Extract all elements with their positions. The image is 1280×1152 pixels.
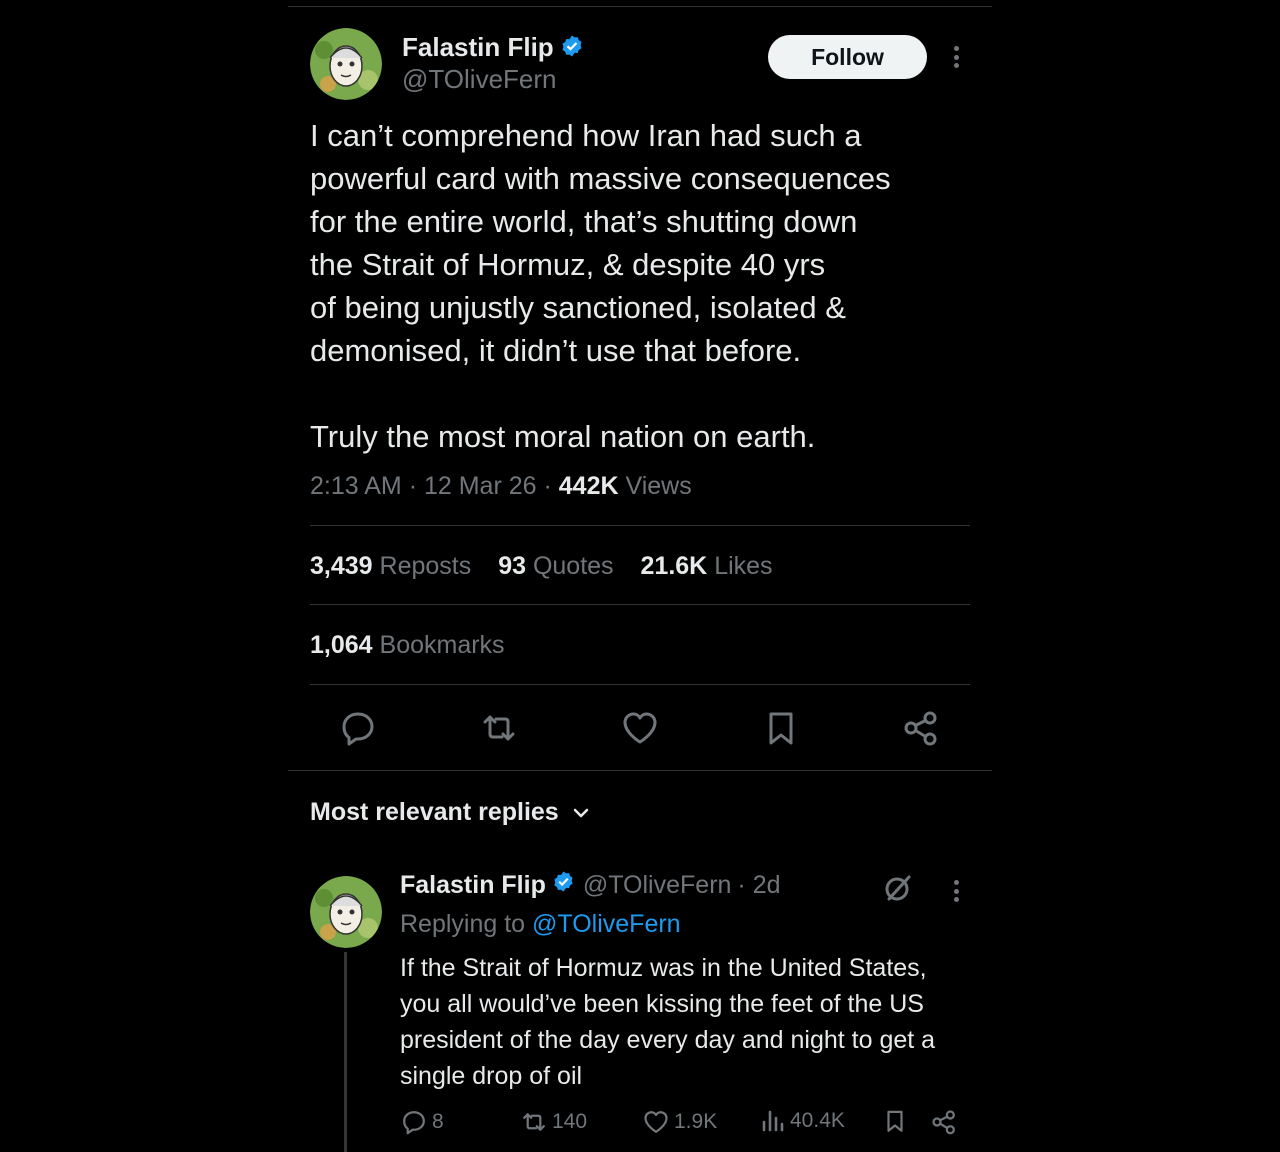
bookmarks-stat[interactable]: 1,064 Bookmarks: [310, 631, 505, 659]
reply-more-icon[interactable]: [946, 876, 966, 906]
reply-views-count: 40.4K: [790, 1109, 845, 1132]
quotes-count: 93: [498, 552, 526, 580]
views-label: Views: [625, 472, 692, 500]
reply-reposts-action[interactable]: 140: [520, 1108, 587, 1136]
reply-author-name[interactable]: Falastin Flip: [400, 871, 546, 900]
likes-count: 21.6K: [640, 552, 708, 580]
replying-to: Replying to @TOliveFern: [400, 910, 681, 939]
quotes-label: Quotes: [532, 552, 614, 580]
author-handle[interactable]: @TOliveFern: [402, 64, 557, 95]
bookmark-icon[interactable]: [761, 708, 801, 748]
likes-label: Likes: [714, 552, 773, 580]
tweet-text: I can’t comprehend how Iran had such a p…: [310, 118, 891, 454]
author-avatar[interactable]: [310, 28, 382, 100]
like-icon: [644, 1111, 668, 1133]
divider: [310, 604, 970, 605]
views-count: 442K: [558, 472, 619, 500]
chevron-down-icon: [573, 808, 588, 817]
tweet-detail-column: Falastin Flip @TOliveFern Follow I can’t…: [288, 0, 992, 1152]
divider: [310, 525, 970, 526]
reply-share-action[interactable]: [930, 1108, 962, 1136]
reply-replies-action[interactable]: 8: [400, 1108, 444, 1136]
verified-badge-icon: [552, 870, 575, 900]
reply-icon: [403, 1111, 425, 1135]
verified-badge-icon: [560, 34, 584, 65]
reply-likes-count: 1.9K: [674, 1110, 718, 1133]
reply-likes-action[interactable]: 1.9K: [642, 1108, 717, 1136]
bookmarks-count: 1,064: [310, 631, 373, 659]
bookmarks-stats: 1,064 Bookmarks: [310, 631, 525, 660]
tweet-meta: 2:13 AM · 12 Mar 26 · 442K Views: [310, 472, 692, 501]
reply-bookmark-action[interactable]: [882, 1108, 912, 1134]
tweet-time[interactable]: 2:13 AM: [310, 472, 402, 500]
reply-text: If the Strait of Hormuz was in the Unite…: [400, 954, 936, 1090]
reply-reposts-count: 140: [552, 1110, 588, 1133]
sort-label-text: Most relevant replies: [310, 798, 559, 826]
likes-stat[interactable]: 21.6K Likes: [641, 552, 773, 580]
replying-to-link[interactable]: @TOliveFern: [532, 910, 681, 938]
follow-button[interactable]: Follow: [768, 35, 927, 79]
thread-line: [344, 952, 347, 1152]
meta-separator: ·: [408, 472, 418, 500]
share-icon: [932, 1110, 955, 1135]
quotes-stat[interactable]: 93 Quotes: [498, 552, 613, 580]
divider: [310, 684, 970, 685]
top-divider: [288, 6, 992, 7]
reply-views-action[interactable]: 40.4K: [760, 1108, 845, 1134]
reply-header: Falastin Flip @TOliveFern · 2d: [400, 870, 781, 900]
repost-icon: [523, 1113, 545, 1131]
bookmarks-label: Bookmarks: [379, 631, 505, 659]
reposts-stat[interactable]: 3,439 Reposts: [310, 552, 471, 580]
replies-sort-dropdown[interactable]: Most relevant replies: [310, 798, 591, 827]
section-divider: [288, 770, 992, 771]
reply-icon[interactable]: [338, 708, 378, 748]
author-name[interactable]: Falastin Flip: [402, 32, 584, 65]
repost-icon[interactable]: [479, 708, 519, 748]
author-name-text[interactable]: Falastin Flip: [402, 32, 554, 62]
share-icon[interactable]: [901, 708, 941, 748]
replying-prefix: Replying to: [400, 910, 526, 938]
bookmark-icon: [887, 1110, 903, 1132]
reply-replies-count: 8: [432, 1110, 444, 1133]
reply-author-avatar[interactable]: [310, 876, 382, 948]
grok-icon[interactable]: [882, 872, 914, 904]
like-icon[interactable]: [620, 708, 660, 748]
reply-age[interactable]: · 2d: [737, 871, 780, 900]
engagement-stats: 3,439 Reposts 93 Quotes 21.6K Likes: [310, 552, 793, 581]
more-icon[interactable]: [946, 42, 966, 72]
tweet-date[interactable]: 12 Mar 26: [424, 472, 537, 500]
reposts-count: 3,439: [310, 552, 373, 580]
views-icon: [762, 1110, 784, 1132]
meta-separator: ·: [543, 472, 552, 500]
reposts-label: Reposts: [379, 552, 472, 580]
reply-author-handle[interactable]: @TOliveFern: [583, 871, 732, 900]
